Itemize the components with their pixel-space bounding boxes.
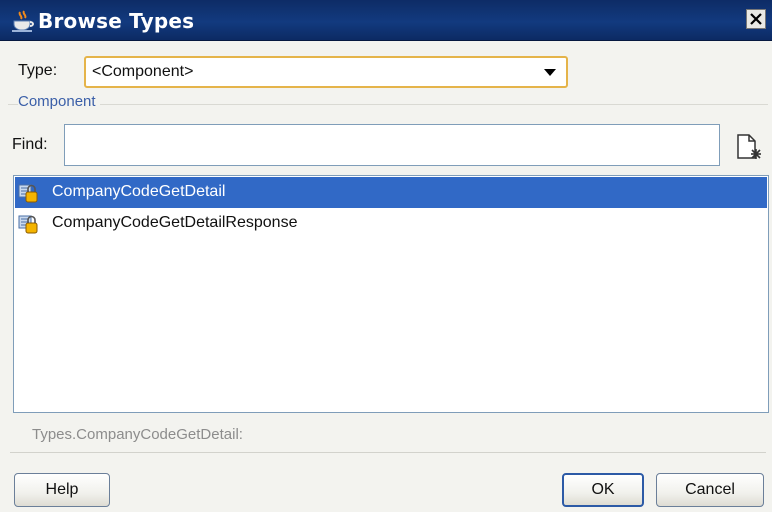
- type-label: Type:: [18, 62, 58, 79]
- component-type-icon: [18, 184, 38, 203]
- list-item-label: CompanyCodeGetDetailResponse: [52, 214, 298, 231]
- java-cup-icon: [12, 10, 34, 32]
- group-divider: [8, 104, 768, 105]
- list-item[interactable]: CompanyCodeGetDetailResponse: [15, 208, 767, 239]
- browse-types-dialog: Browse Types Type: <Component> Component…: [0, 0, 772, 512]
- title-bar[interactable]: Browse Types: [0, 0, 772, 41]
- new-file-icon[interactable]: [734, 133, 762, 161]
- close-button[interactable]: [746, 9, 766, 29]
- close-icon: [750, 13, 762, 25]
- type-list[interactable]: CompanyCodeGetDetail CompanyCodeGetDetai…: [13, 175, 769, 413]
- selection-status: Types.CompanyCodeGetDetail:: [32, 426, 243, 443]
- list-item-label: CompanyCodeGetDetail: [52, 183, 226, 200]
- chevron-down-icon[interactable]: [544, 69, 556, 76]
- type-selected-value: <Component>: [92, 63, 194, 80]
- find-input[interactable]: [64, 124, 720, 166]
- help-button[interactable]: Help: [14, 473, 110, 507]
- footer-divider: [10, 452, 766, 453]
- list-item[interactable]: CompanyCodeGetDetail: [15, 177, 767, 208]
- cancel-button[interactable]: Cancel: [656, 473, 764, 507]
- type-dropdown[interactable]: <Component>: [84, 56, 568, 88]
- ok-button[interactable]: OK: [562, 473, 644, 507]
- group-title: Component: [18, 93, 100, 110]
- dialog-title: Browse Types: [38, 9, 195, 33]
- component-type-icon: [18, 215, 38, 234]
- find-label: Find:: [12, 136, 48, 153]
